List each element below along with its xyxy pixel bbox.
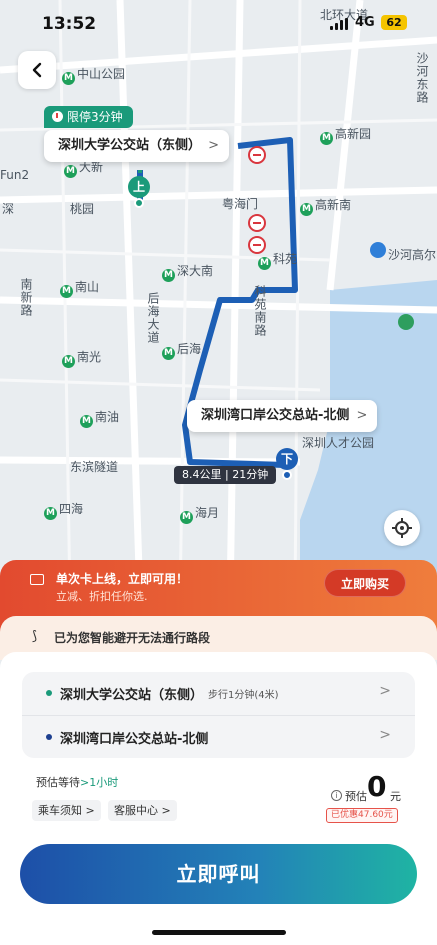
discount-badge: 已优惠47.60元	[326, 808, 398, 823]
route-info-badge: 8.4公里 | 21分钟	[174, 466, 277, 484]
start-location-dot	[134, 198, 144, 208]
home-indicator[interactable]	[152, 930, 286, 935]
customer-service-chip[interactable]: 客服中心 >	[108, 800, 177, 821]
map-label: M 深大南	[162, 262, 213, 282]
info-icon[interactable]: i	[331, 790, 342, 801]
stop-time-limit-text: 限停3分钟	[67, 110, 123, 124]
map-label: M 中山公园	[62, 65, 125, 85]
route-avoid-icon: ⟆	[32, 629, 38, 644]
map-label: 科苑南路	[253, 285, 267, 337]
ticket-icon	[30, 574, 44, 585]
chevron-left-icon	[32, 62, 42, 78]
promo-subtitle: 立减、折扣任你选.	[56, 590, 148, 603]
chevron-right-icon: >	[208, 138, 220, 153]
price-value: 0	[367, 770, 387, 803]
promo-title: 单次卡上线，立即可用！	[56, 572, 189, 586]
status-time: 13:52	[42, 14, 97, 34]
chevron-right-icon: >	[379, 683, 391, 699]
end-pin: 下	[276, 448, 298, 470]
map-label: M 四海	[44, 500, 83, 520]
walk-time: 步行1分钟(4米)	[208, 690, 279, 701]
map-label: 后海大道	[146, 292, 160, 344]
start-stop-row[interactable]: 深圳大学公交站（东侧） 步行1分钟(4米) >	[22, 672, 415, 715]
end-stop-row[interactable]: 深圳湾口岸公交总站-北侧 >	[22, 715, 415, 758]
map-label: M 南山	[60, 278, 99, 298]
stops-box: 深圳大学公交站（东侧） 步行1分钟(4米) > 深圳湾口岸公交总站-北侧 >	[22, 672, 415, 758]
wait-value: >1小时	[80, 776, 119, 789]
network-type: 4G	[355, 15, 375, 30]
end-dot-icon	[46, 734, 52, 740]
map-label: 南新路	[19, 278, 33, 317]
start-stop-callout[interactable]: 深圳大学公交站（东侧） >	[44, 130, 230, 162]
map-label: 沙河高尔	[388, 248, 437, 262]
map-label: M 科苑	[258, 250, 297, 270]
status-bar: 13:52 4G 62	[0, 0, 437, 44]
clock-icon	[52, 111, 63, 122]
map-label: M 后海	[162, 340, 201, 360]
map-label: M 高新园	[320, 125, 371, 145]
start-pin: 上	[128, 176, 150, 198]
price-unit: 元	[390, 790, 401, 803]
crosshair-icon	[392, 518, 412, 538]
ride-rules-chip[interactable]: 乘车须知 >	[32, 800, 101, 821]
wait-estimate: 预估等待>1小时	[36, 774, 118, 790]
trip-card: 深圳大学公交站（东侧） 步行1分钟(4米) > 深圳湾口岸公交总站-北侧 > 预…	[0, 652, 437, 945]
start-stop-name: 深圳大学公交站（东侧）	[60, 688, 204, 703]
no-entry-icon	[248, 146, 266, 164]
map-view[interactable]: M 中山公园 北环大道 沙河东路 M 高新园 M 高新南 粤海门 M 科苑 M 深大南 沙…	[0, 0, 437, 600]
map-label: Fun2	[0, 168, 30, 182]
buy-now-button[interactable]: 立即购买	[324, 569, 406, 597]
no-entry-icon	[248, 214, 266, 232]
end-location-dot	[282, 470, 292, 480]
locate-button[interactable]	[384, 510, 420, 546]
map-label: M 南油	[80, 408, 119, 428]
poi-icon[interactable]	[398, 314, 414, 330]
wait-prefix: 预估等待	[36, 776, 80, 789]
no-entry-icon	[248, 236, 266, 254]
map-label: 东滨隧道	[70, 460, 119, 474]
map-label: M 南光	[62, 348, 101, 368]
chevron-right-icon: >	[379, 727, 391, 743]
end-stop-callout[interactable]: 深圳湾口岸公交总站-北侧 >	[187, 400, 378, 432]
start-dot-icon	[46, 690, 52, 696]
poi-icon[interactable]	[370, 242, 386, 258]
battery-icon: 62	[381, 15, 407, 30]
chevron-right-icon: >	[356, 408, 368, 423]
map-label: 深圳人才公园	[302, 436, 375, 450]
signal-icon	[330, 18, 348, 30]
map-label: M 海月	[180, 504, 219, 524]
map-label: 深	[2, 202, 15, 216]
map-label: 沙河东路	[415, 52, 429, 104]
route-notice-text: 已为您智能避开无法通行路段	[54, 631, 211, 645]
start-stop-callout-text: 深圳大学公交站（东侧）	[58, 138, 202, 153]
map-label: 桃园	[70, 202, 95, 216]
map-label: M 高新南	[300, 196, 351, 216]
map-label: 粤海门	[222, 197, 259, 211]
end-stop-name: 深圳湾口岸公交总站-北侧	[60, 732, 209, 747]
back-button[interactable]	[18, 51, 56, 89]
end-stop-callout-text: 深圳湾口岸公交总站-北侧	[201, 408, 350, 423]
price-prefix: 预估	[345, 790, 367, 803]
stop-time-limit-tag: 限停3分钟	[44, 106, 133, 128]
call-now-button[interactable]: 立即呼叫	[20, 844, 417, 904]
